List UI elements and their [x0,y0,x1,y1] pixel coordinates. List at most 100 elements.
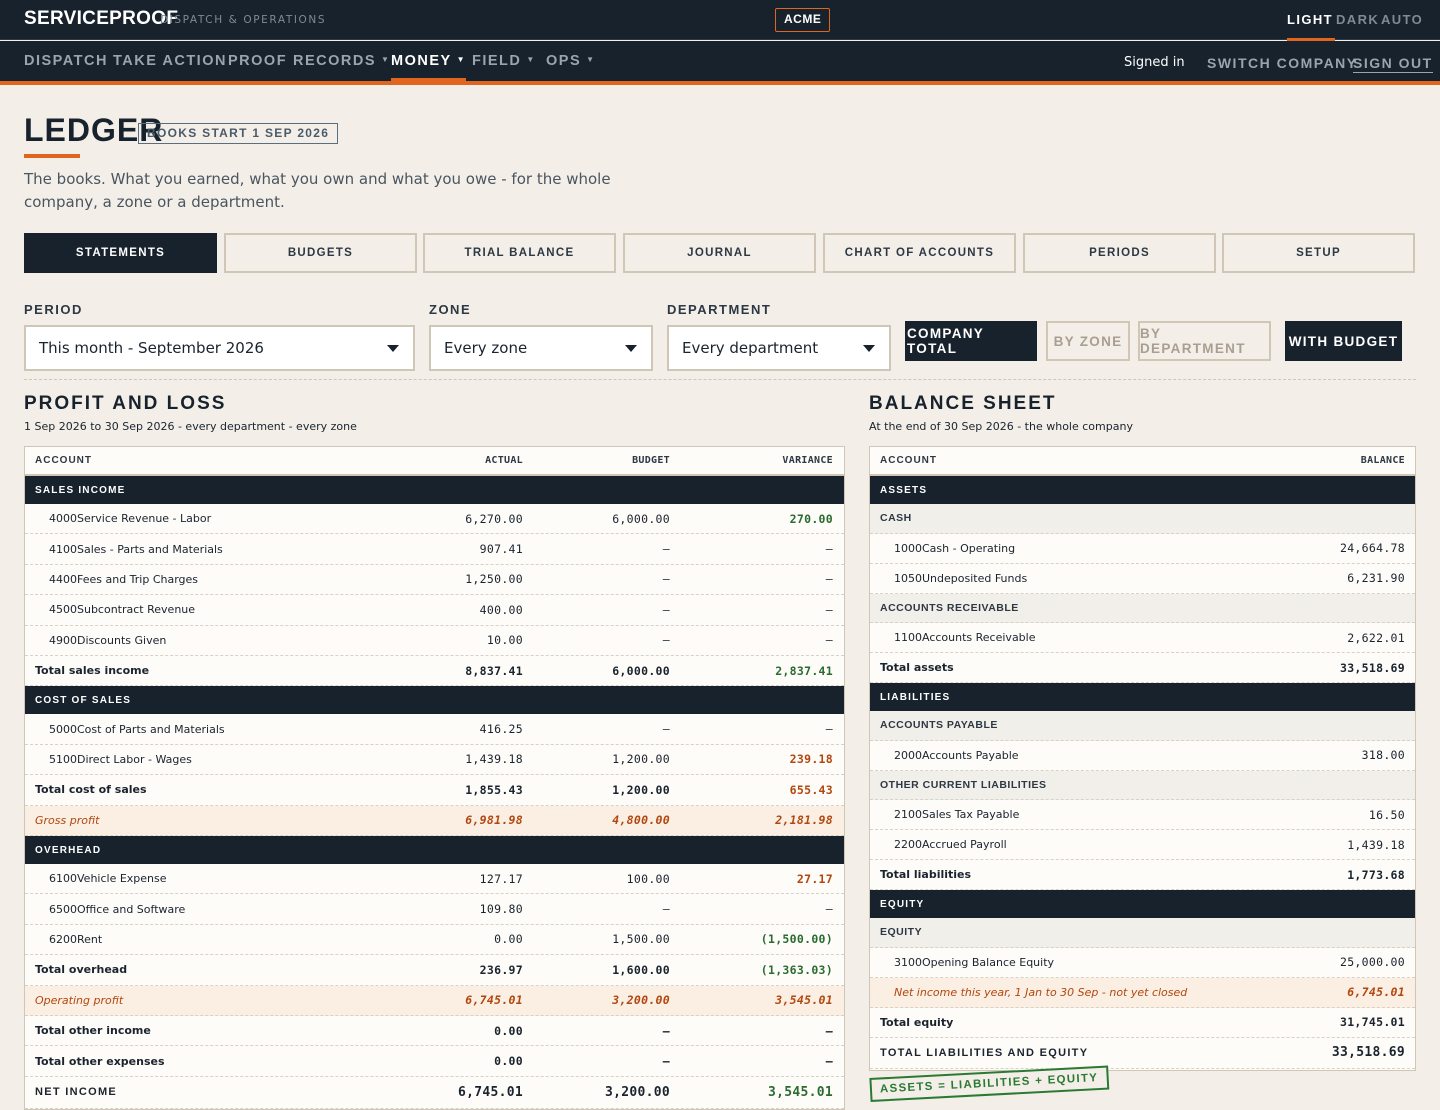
tab-chart-of-accounts[interactable]: CHART OF ACCOUNTS [823,233,1016,273]
actual-value: 416.25 [479,722,523,737]
bs-row-sub: ACCOUNTS PAYABLE [870,711,1415,741]
pnl-row-hl: Operating profit 6,745.01 3,200.00 3,545.01 [25,985,844,1016]
actual-value: 0.00 [494,932,523,947]
theme-dark-button[interactable]: DARK [1336,12,1379,27]
pnl-row-total: Total other income 0.00 – – [25,1016,844,1047]
tab-statements[interactable]: STATEMENTS [24,233,217,273]
pnl-row-acct: 4100 Sales - Parts and Materials 907.41 – – [25,534,844,565]
tab-periods[interactable]: PERIODS [1023,233,1216,273]
actual-value: 400.00 [479,602,523,617]
tab-trial-balance[interactable]: TRIAL BALANCE [423,233,616,273]
variance-value: – [825,572,833,587]
account-name: 3100 Opening Balance Equity [894,948,1214,977]
balance-value: 6,745.01 [1347,985,1405,999]
pnl-row-acct: 6500 Office and Software 109.80 – – [25,894,844,925]
account-label: Office and Software [77,902,186,916]
pnl-table: ACCOUNT ACTUAL BUDGET VARIANCE SALES INCOME 4… [24,446,845,1110]
account-name: 6500 Office and Software [49,894,369,923]
chevron-down-icon: ▼ [586,55,596,64]
budget-value: 1,200.00 [612,752,670,767]
nav-take-action[interactable]: TAKE ACTION [113,53,227,69]
actual-value: 8,837.41 [465,663,523,678]
pnl-row-total: Total other expenses 0.00 – – [25,1046,844,1077]
nav-proof[interactable]: PROOF [228,53,287,69]
account-name: 4400 Fees and Trip Charges [49,565,369,594]
sign-out-link[interactable]: SIGN OUT [1353,55,1433,73]
actual-value: 6,981.98 [465,813,523,828]
pnl-header-row: ACCOUNT ACTUAL BUDGET VARIANCE [25,447,844,476]
bs-row-band: ASSETS [870,476,1415,504]
row-label: Gross profit [35,813,100,827]
nav-records[interactable]: RECORDS ▼ [293,53,390,69]
row-label: Operating profit [35,993,124,1007]
actual-value: 10.00 [486,633,523,648]
section-band-label: COST OF SALES [35,694,132,706]
account-name: 1000 Cash - Operating [894,534,1214,563]
bs-row-sub: EQUITY [870,918,1415,948]
nav-money[interactable]: MONEY ▼ [391,53,467,81]
budget-value: 6,000.00 [612,663,670,678]
brand-subtitle: DISPATCH & OPERATIONS [160,14,327,26]
period-select[interactable]: This month - September 2026 [24,325,415,371]
bs-row-sub: OTHER CURRENT LIABILITIES [870,770,1415,800]
bs-row-acct: 2200 Accrued Payroll 1,439.18 [870,830,1415,860]
by-department-button[interactable]: BY DEPARTMENT [1138,321,1271,361]
account-code: 3100 [894,955,922,969]
column-header-budget: BUDGET [632,455,670,466]
nav-ops[interactable]: OPS ▼ [546,53,596,69]
balance-value: 1,773.68 [1347,867,1405,882]
section-band-label: ASSETS [880,484,928,496]
tab-budgets[interactable]: BUDGETS [224,233,417,273]
budget-value: 4,800.00 [612,813,670,828]
account-label: Accounts Payable [922,748,1019,762]
theme-auto-button[interactable]: AUTO [1381,12,1423,27]
with-budget-button[interactable]: WITH BUDGET [1285,321,1402,361]
nav-field[interactable]: FIELD ▼ [472,53,536,69]
nav-dispatch[interactable]: DISPATCH [24,53,108,69]
balance-value: 6,231.90 [1347,571,1405,585]
bs-row-total: Total equity 31,745.01 [870,1008,1415,1038]
row-label: Total other expenses [35,1054,165,1068]
theme-light-button[interactable]: LIGHT [1287,12,1335,41]
budget-value: 100.00 [626,871,670,886]
account-label: Discounts Given [77,633,167,647]
pnl-row-total: Total sales income 8,837.41 6,000.00 2,837.… [25,656,844,687]
variance-value: 655.43 [789,782,833,797]
account-name: 5000 Cost of Parts and Materials [49,714,369,743]
pnl-row-total: Total overhead 236.97 1,600.00 (1,363.03) [25,955,844,986]
tenant-badge[interactable]: ACME [775,8,831,32]
variance-value: 2,837.41 [775,663,833,678]
pnl-row-acct: 6200 Rent 0.00 1,500.00 (1,500.00) [25,925,844,956]
row-label: Total equity [880,1015,954,1029]
tab-setup[interactable]: SETUP [1222,233,1415,273]
pnl-row-total: Total cost of sales 1,855.43 1,200.00 655.4… [25,775,844,806]
zone-select[interactable]: Every zone [429,325,653,371]
by-zone-button[interactable]: BY ZONE [1046,321,1130,361]
chevron-down-icon [625,345,637,352]
bs-row-acct: 3100 Opening Balance Equity 25,000.00 [870,948,1415,978]
department-select[interactable]: Every department [667,325,891,371]
account-label: Cash - Operating [922,541,1016,555]
variance-value: 2,181.98 [775,813,833,828]
row-label: Total cost of sales [35,783,147,797]
row-label: Total liabilities [880,868,972,881]
switch-company-link[interactable]: SWITCH COMPANY [1207,55,1358,71]
budget-value: 6,000.00 [612,511,670,526]
account-label: Vehicle Expense [77,872,167,886]
subgroup-label: ACCOUNTS RECEIVABLE [880,601,1019,614]
section-band-label: SALES INCOME [35,484,126,496]
tab-journal[interactable]: JOURNAL [623,233,816,273]
company-total-button[interactable]: COMPANY TOTAL [905,321,1037,361]
column-header-account: ACCOUNT [35,455,92,466]
account-name: 1100 Accounts Receivable [894,623,1214,652]
account-name: 4900 Discounts Given [49,626,369,655]
brand-logo[interactable]: SERVICEPROOF [24,8,178,30]
balance-value: 25,000.00 [1339,955,1405,969]
signed-in-status: Signed in [1124,55,1185,70]
balance-value: 2,622.01 [1347,630,1405,645]
variance-value: – [825,602,833,617]
department-label: DEPARTMENT [667,302,772,317]
account-code: 1100 [894,631,922,644]
variance-value: (1,363.03) [760,962,833,977]
account-label: Direct Labor - Wages [77,752,192,766]
